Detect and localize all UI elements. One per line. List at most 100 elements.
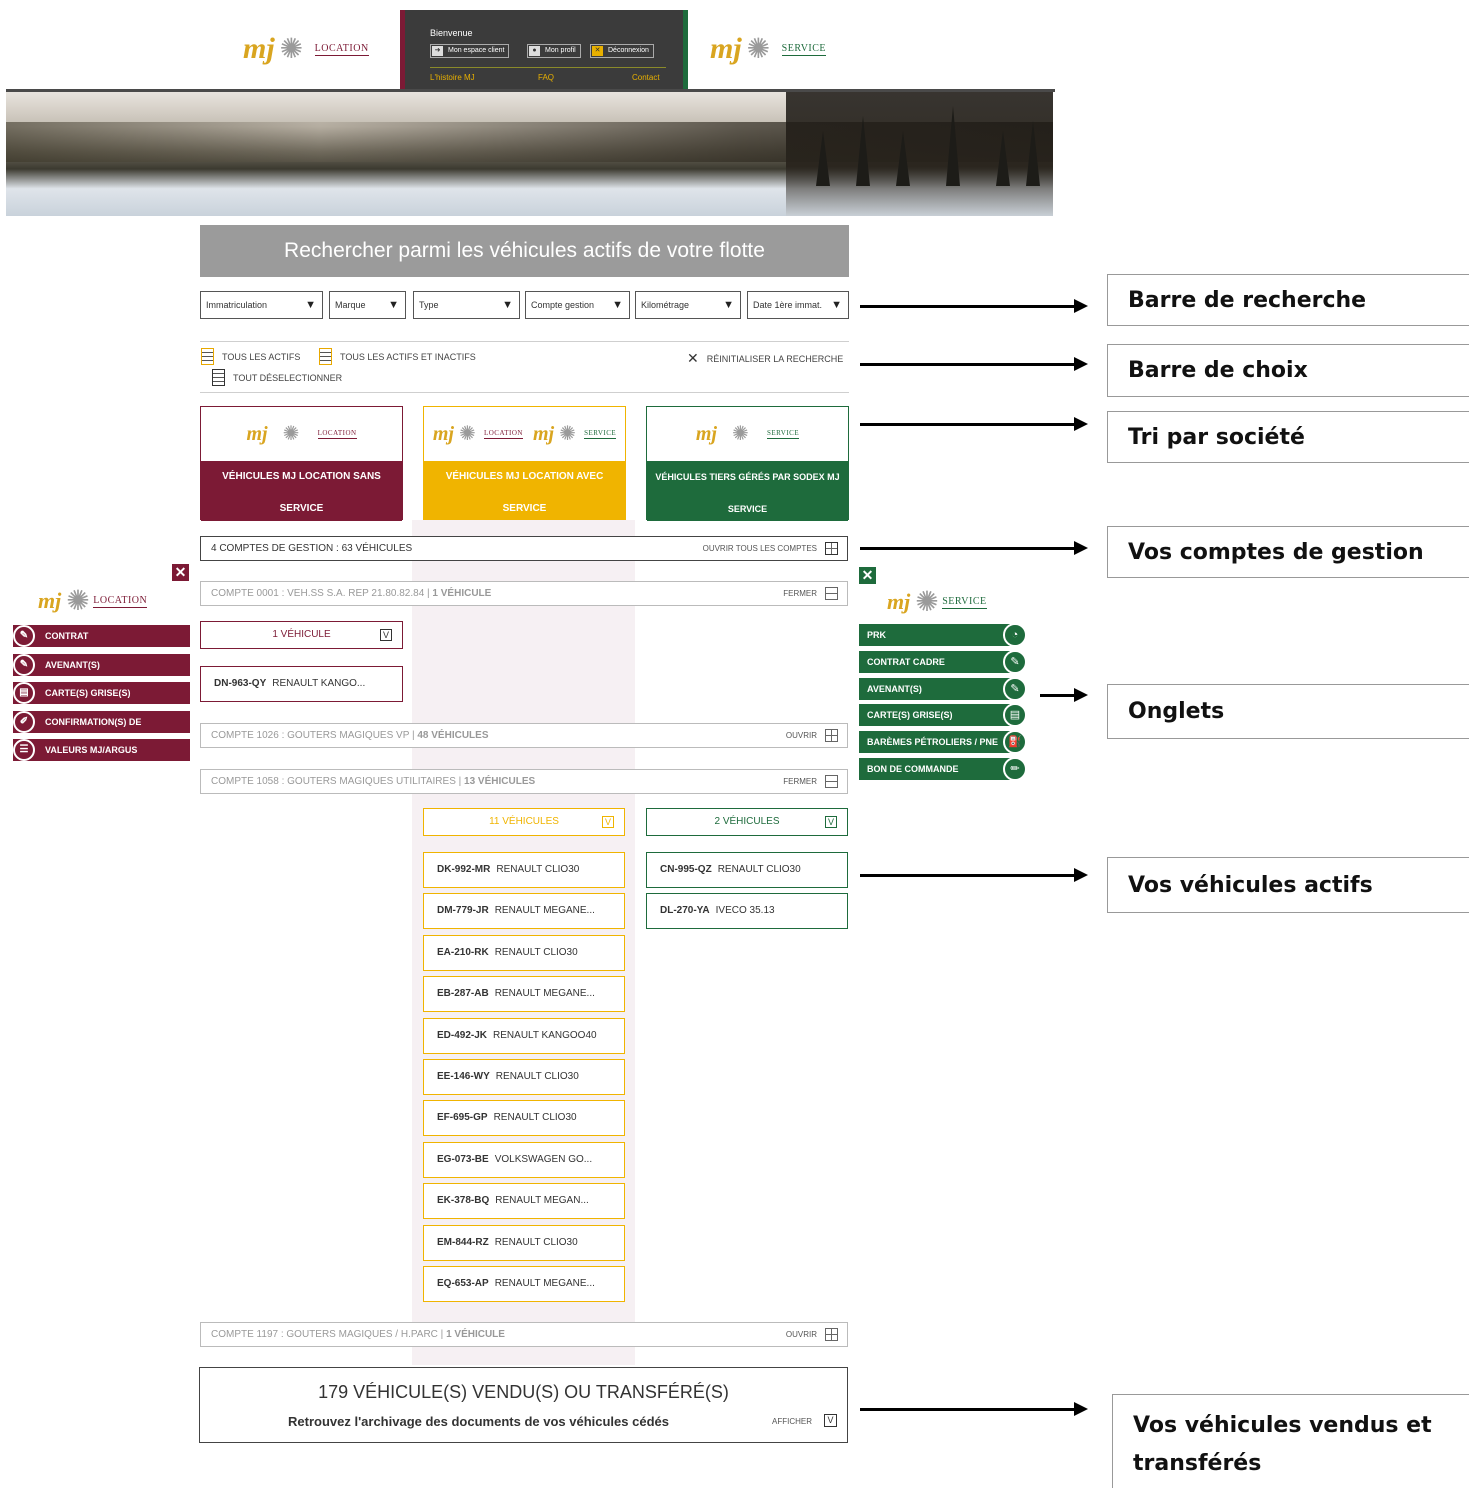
right-menu-item[interactable]: BON DE COMMANDE xyxy=(859,758,1014,780)
right-menu-item[interactable]: AVENANT(S) xyxy=(859,677,1014,700)
account-row[interactable]: COMPTE 1058 : GOUTERS MAGIQUES UTILITAIR… xyxy=(200,769,848,794)
expand-icon[interactable] xyxy=(825,729,838,742)
vehicle-model: RENAULT CLIO30 xyxy=(494,946,578,958)
show-sold-link[interactable]: AFFICHER xyxy=(772,1417,812,1426)
vehicle-card[interactable]: EB-287-AB RENAULT MEGANE... xyxy=(423,976,625,1013)
vehicle-plate: ED-492-JK xyxy=(437,1029,488,1041)
profile-button[interactable]: ● Mon profil xyxy=(527,44,581,58)
deselect-all-option[interactable]: TOUT DÉSELECTIONNER xyxy=(212,369,342,386)
checkbox-icon[interactable]: V xyxy=(825,816,837,828)
close-account-link[interactable]: FERMER xyxy=(783,770,817,793)
arrow-icon: ➜ xyxy=(432,46,443,56)
vehicle-model: RENAULT MEGAN... xyxy=(495,1195,589,1207)
button-label: Mon profil xyxy=(545,47,576,54)
expand-icon[interactable] xyxy=(825,1328,838,1341)
left-menu-item[interactable]: ☰ VALEURS MJ/ARGUS xyxy=(13,739,190,761)
left-menu-item[interactable]: ✎ CONTRAT xyxy=(13,625,190,647)
banner-image xyxy=(6,92,1053,216)
right-menu-item[interactable]: BARÈMES PÉTROLIERS / PNE xyxy=(859,731,1014,754)
vehicle-plate: EK-378-BQ xyxy=(437,1195,490,1207)
close-icon[interactable]: ✕ xyxy=(859,567,876,584)
contact-link[interactable]: Contact xyxy=(632,73,660,82)
client-space-button[interactable]: ➜ Mon espace client xyxy=(430,44,510,58)
history-link[interactable]: L'histoire MJ xyxy=(430,73,475,82)
open-all-accounts-link[interactable]: OUVRIR TOUS LES COMPTES xyxy=(703,537,817,560)
mj-service-logo[interactable]: mj SERVICE xyxy=(710,32,827,66)
group-toggle-service[interactable]: 2 VÉHICULES V xyxy=(646,808,848,836)
company-tile-label: VÉHICULES MJ LOCATION AVEC SERVICE xyxy=(424,461,625,521)
right-menu-item[interactable]: PRK xyxy=(859,624,1014,646)
compass-icon xyxy=(61,584,91,617)
right-menu-item[interactable]: CARTE(S) GRISE(S) xyxy=(859,704,1014,727)
close-icon[interactable]: ✕ xyxy=(172,564,189,581)
vehicle-card[interactable]: CN-995-QZ RENAULT CLIO30 xyxy=(646,852,848,888)
account-label: COMPTE 0001 : VEH.SS S.A. REP 21.80.82.8… xyxy=(211,588,433,599)
left-menu-item[interactable]: ✐ CONFIRMATION(S) DE xyxy=(13,710,190,733)
account-row[interactable]: COMPTE 0001 : VEH.SS S.A. REP 21.80.82.8… xyxy=(200,581,848,606)
vehicle-card[interactable]: ED-492-JK RENAULT KANGOO40 xyxy=(423,1017,625,1054)
open-account-link[interactable]: OUVRIR xyxy=(786,724,817,747)
filter-label: Type xyxy=(419,300,439,310)
logout-button[interactable]: ✕ Déconnexion xyxy=(590,44,654,58)
vehicle-card[interactable]: DM-779-JR RENAULT MEGANE... xyxy=(423,893,625,930)
vehicle-card[interactable]: EE-146-WY RENAULT CLIO30 xyxy=(423,1059,625,1095)
filter-marque[interactable]: Marque ▼ xyxy=(329,291,406,319)
vehicle-card[interactable]: EK-378-BQ RENAULT MEGAN... xyxy=(423,1183,625,1220)
vehicle-card[interactable]: EG-073-BE VOLKSWAGEN GO... xyxy=(423,1141,625,1178)
vehicle-model: RENAULT KANGO... xyxy=(272,678,366,689)
document-edit-icon[interactable]: ✎ xyxy=(1003,676,1027,701)
left-menu-item[interactable]: ▤ CARTE(S) GRISE(S) xyxy=(13,682,190,704)
checkbox-icon[interactable]: V xyxy=(380,629,392,641)
all-active-option[interactable]: TOUS LES ACTIFS xyxy=(201,348,300,365)
vehicle-card[interactable]: EF-695-GP RENAULT CLIO30 xyxy=(423,1100,625,1137)
close-icon: ✕ xyxy=(687,350,699,366)
mj-location-logo: mj LOCATION xyxy=(201,407,402,461)
collapse-icon[interactable] xyxy=(825,587,838,600)
vehicle-model: IVECO 35.13 xyxy=(715,905,775,917)
close-account-link[interactable]: FERMER xyxy=(783,582,817,605)
card-icon[interactable]: ▤ xyxy=(1003,703,1027,728)
chevron-down-icon: ▼ xyxy=(723,299,734,311)
vehicle-card[interactable]: EQ-653-AP RENAULT MEGANE... xyxy=(423,1266,625,1302)
fuel-icon[interactable]: ⛽ xyxy=(1003,730,1027,755)
vehicle-card[interactable]: EM-844-RZ RENAULT CLIO30 xyxy=(423,1224,625,1261)
account-row[interactable]: COMPTE 1026 : GOUTERS MAGIQUES VP | 48 V… xyxy=(200,723,848,748)
filter-compte-gestion[interactable]: Compte gestion ▼ xyxy=(525,291,630,319)
filter-label: Marque xyxy=(335,300,366,310)
filter-kilometrage[interactable]: Kilométrage ▼ xyxy=(635,291,741,319)
company-tile-service[interactable]: mj SERVICE VÉHICULES TIERS GÉRÉS PAR SOD… xyxy=(646,406,849,521)
company-tile-location-service[interactable]: mjLOCATION mjSERVICE VÉHICULES MJ LOCATI… xyxy=(423,406,626,521)
list-icon: ☰ xyxy=(13,739,35,761)
checkbox-icon[interactable]: V xyxy=(824,1414,837,1427)
account-row[interactable]: COMPTE 1197 : GOUTERS MAGIQUES / H.PARC … xyxy=(200,1322,848,1347)
collapse-icon[interactable] xyxy=(825,775,838,788)
divider xyxy=(430,67,666,68)
faq-link[interactable]: FAQ xyxy=(538,73,554,82)
vehicle-card[interactable]: EA-210-RK RENAULT CLIO30 xyxy=(423,934,625,971)
account-label: COMPTE 1058 : GOUTERS MAGIQUES UTILITAIR… xyxy=(211,776,465,787)
expand-icon[interactable] xyxy=(825,542,838,555)
vehicle-plate: EQ-653-AP xyxy=(437,1278,489,1289)
group-toggle-location-service[interactable]: 11 VÉHICULES V xyxy=(423,808,625,836)
pencil-icon[interactable]: ✏ xyxy=(1003,757,1027,781)
mj-location-logo: mj LOCATION xyxy=(38,584,148,617)
open-account-link[interactable]: OUVRIR xyxy=(786,1323,817,1346)
pie-chart-icon[interactable]: ◔ xyxy=(1003,623,1027,647)
reset-search-option[interactable]: ✕ RÉINITIALISER LA RECHERCHE xyxy=(687,350,843,367)
vehicle-card[interactable]: DL-270-YA IVECO 35.13 xyxy=(646,893,848,930)
group-toggle-location[interactable]: 1 VÉHICULE V xyxy=(200,621,403,649)
menu-item-label: BON DE COMMANDE xyxy=(867,764,959,774)
vehicle-card[interactable]: DN-963-QY RENAULT KANGO... xyxy=(200,666,403,702)
mj-location-service-logos: mjLOCATION mjSERVICE xyxy=(424,407,625,461)
right-menu-item[interactable]: CONTRAT CADRE xyxy=(859,650,1014,673)
company-tile-location[interactable]: mj LOCATION VÉHICULES MJ LOCATION SANSSE… xyxy=(200,406,403,521)
all-active-inactive-option[interactable]: TOUS LES ACTIFS ET INACTIFS xyxy=(319,348,476,365)
filter-type[interactable]: Type ▼ xyxy=(413,291,520,319)
checkbox-icon[interactable]: V xyxy=(602,816,614,828)
document-icon[interactable]: ✎ xyxy=(1003,649,1027,674)
filter-date-immat[interactable]: Date 1ère immat. ▼ xyxy=(747,291,849,319)
left-menu-item[interactable]: ✎ AVENANT(S) xyxy=(13,653,190,676)
vehicle-card[interactable]: DK-992-MR RENAULT CLIO30 xyxy=(423,852,625,888)
filter-immatriculation[interactable]: Immatriculation ▼ xyxy=(200,291,323,319)
mj-location-logo[interactable]: mj LOCATION xyxy=(243,32,369,66)
